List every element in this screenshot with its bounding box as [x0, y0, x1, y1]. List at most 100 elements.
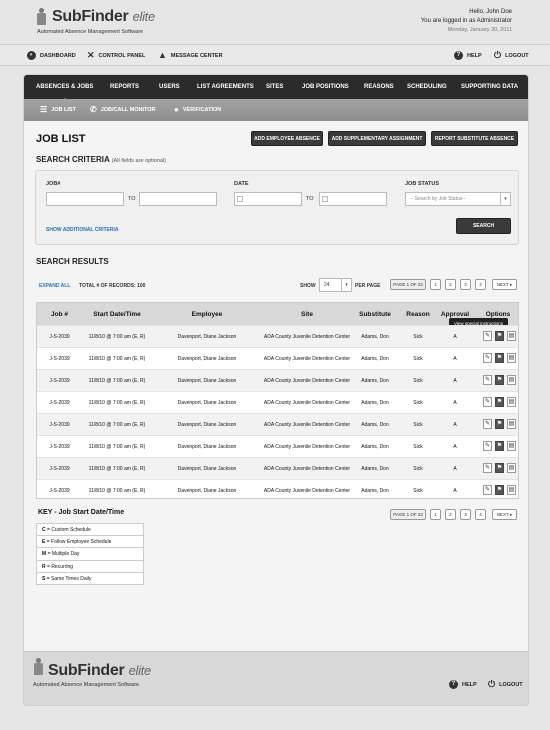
flag-icon[interactable]: ⚑	[495, 375, 504, 385]
edit-icon[interactable]: ✎	[483, 375, 492, 385]
edit-icon[interactable]: ✎	[483, 463, 492, 473]
edit-icon[interactable]: ✎	[483, 419, 492, 429]
show-additional-criteria-link[interactable]: SHOW ADDITIONAL CRITERIA	[46, 227, 119, 233]
flag-icon[interactable]: ⚑	[495, 463, 504, 473]
col-site[interactable]: Site	[257, 311, 357, 318]
cell-job: J-S-2039	[49, 378, 70, 384]
page-3-button[interactable]: 3	[460, 279, 471, 290]
col-start-date[interactable]: Start Date/Time	[82, 311, 152, 318]
nav-absences-jobs[interactable]: ABSENCES & JOBS	[36, 84, 93, 102]
add-employee-absence-button[interactable]: ADD EMPLOYEE ABSENCE	[251, 131, 323, 146]
search-button[interactable]: SEARCH	[456, 218, 511, 234]
key-item: S = Same Times Daily	[42, 575, 92, 582]
document-icon[interactable]: ▤	[507, 463, 516, 473]
date-to-input[interactable]	[319, 192, 387, 206]
flag-icon[interactable]: ⚑	[495, 485, 504, 495]
col-substitute[interactable]: Substitute	[355, 311, 395, 318]
table-row[interactable]: J-S-2039 11/8/10 @ 7:00 am (E, R) Davenpor…	[37, 479, 518, 501]
cell-start-date: 11/8/10 @ 7:00 am (E, R)	[88, 488, 146, 494]
job-status-label: JOB STATUS	[405, 181, 440, 187]
flag-icon[interactable]: ⚑	[495, 419, 504, 429]
footer-logout-link[interactable]: ⏻ LOGOUT	[488, 680, 523, 689]
message-center-link[interactable]: ▲ MESSAGE CENTER	[158, 51, 223, 60]
help-icon: ?	[454, 51, 463, 60]
nav-reasons[interactable]: REASONS	[364, 84, 394, 90]
dashboard-link[interactable]: ◐ DASHBOARD	[27, 51, 76, 60]
document-icon[interactable]: ▤	[507, 441, 516, 451]
table-row[interactable]: J-S-2039 11/8/10 @ 7:00 am (E, R) Davenpor…	[37, 325, 518, 347]
edit-icon[interactable]: ✎	[483, 441, 492, 451]
report-substitute-absence-button[interactable]: REPORT SUBSTITUTE ABSENCE	[431, 131, 518, 146]
job-from-input[interactable]	[46, 192, 124, 206]
nav-supporting-data[interactable]: SUPPORTING DATA	[461, 84, 518, 90]
page-2-button[interactable]: 2	[445, 509, 456, 520]
calendar-icon[interactable]	[237, 196, 243, 202]
table-row[interactable]: J-S-2039 11/8/10 @ 7:00 am (E, R) Davenpor…	[37, 413, 518, 435]
footer: SubFinder elite Automated Absence Manage…	[24, 651, 528, 705]
help-link[interactable]: ? HELP	[454, 51, 482, 60]
tab-verification[interactable]: ● VERIFICATION	[174, 106, 221, 114]
edit-icon[interactable]: ✎	[483, 397, 492, 407]
chevron-down-icon[interactable]: ▾	[500, 193, 510, 205]
document-icon[interactable]: ▤	[507, 331, 516, 341]
cell-reason: Sick	[413, 422, 423, 428]
cell-reason: Sick	[413, 400, 423, 406]
nav-scheduling[interactable]: SCHEDULING	[407, 84, 447, 90]
tools-icon: ✕	[87, 50, 95, 60]
nav-job-positions[interactable]: JOB POSITIONS	[302, 84, 349, 90]
nav-reports[interactable]: REPORTS	[110, 84, 139, 90]
next-page-button[interactable]: NEXT ▸	[492, 509, 517, 520]
table-row[interactable]: J-S-2039 11/8/10 @ 7:00 am (E, R) Davenpor…	[37, 347, 518, 369]
job-status-select[interactable]: -- Search by Job Status-- ▾	[405, 192, 511, 206]
expand-all-link[interactable]: EXPAND ALL	[39, 283, 70, 289]
document-icon[interactable]: ▤	[507, 375, 516, 385]
nav-list-agreements[interactable]: LIST AGREEMENTS	[197, 84, 254, 90]
nav-users[interactable]: USERS	[159, 84, 180, 90]
table-row[interactable]: J-S-2039 11/8/10 @ 7:00 am (E, R) Davenpor…	[37, 369, 518, 391]
page-1-button[interactable]: 1	[430, 509, 441, 520]
cell-employee: Davenport, Diane Jackson	[177, 466, 237, 472]
flag-icon[interactable]: ⚑	[495, 353, 504, 363]
page-4-button[interactable]: 4	[475, 509, 486, 520]
table-row[interactable]: J-S-2039 11/8/10 @ 7:00 am (E, R) Davenpor…	[37, 457, 518, 479]
flag-icon[interactable]: ⚑	[495, 331, 504, 341]
chevron-down-icon[interactable]: ▾	[341, 279, 351, 291]
col-job[interactable]: Job #	[47, 311, 72, 318]
job-to-input[interactable]	[139, 192, 217, 206]
edit-icon[interactable]: ✎	[483, 353, 492, 363]
page-title: JOB LIST	[36, 133, 86, 145]
col-options: Options	[485, 311, 511, 318]
logout-link[interactable]: ⏻ LOGOUT	[494, 51, 529, 60]
document-icon[interactable]: ▤	[507, 397, 516, 407]
page-1-button[interactable]: 1	[430, 279, 441, 290]
total-records: TOTAL # OF RECORDS: 100	[79, 283, 146, 289]
page-3-button[interactable]: 3	[460, 509, 471, 520]
tab-job-call-monitor[interactable]: ✆ JOB/CALL MONITOR	[90, 106, 156, 114]
next-page-button[interactable]: NEXT ▸	[492, 279, 517, 290]
col-employee[interactable]: Employee	[167, 311, 247, 318]
edit-icon[interactable]: ✎	[483, 331, 492, 341]
control-panel-link[interactable]: ✕ CONTROL PANEL	[87, 51, 145, 60]
footer-brand[interactable]: SubFinder elite	[48, 662, 151, 680]
page-4-button[interactable]: 4	[475, 279, 486, 290]
col-reason[interactable]: Reason	[403, 311, 433, 318]
table-row[interactable]: J-S-2039 11/8/10 @ 7:00 am (E, R) Davenpor…	[37, 391, 518, 413]
flag-icon[interactable]: ⚑	[495, 397, 504, 407]
per-page-select[interactable]: 24 ▾	[319, 278, 352, 292]
add-supplementary-assignment-button[interactable]: ADD SUPPLEMENTARY ASSIGNMENT	[328, 131, 426, 146]
to-label: TO	[128, 196, 136, 202]
flag-icon[interactable]: ⚑	[495, 441, 504, 451]
footer-help-link[interactable]: ? HELP	[449, 680, 477, 689]
table-row[interactable]: J-S-2039 11/8/10 @ 7:00 am (E, R) Davenpor…	[37, 435, 518, 457]
document-icon[interactable]: ▤	[507, 485, 516, 495]
document-icon[interactable]: ▤	[507, 353, 516, 363]
tab-job-list[interactable]: ☰ JOB LIST	[40, 106, 76, 114]
calendar-icon[interactable]	[322, 196, 328, 202]
col-approval[interactable]: Approval	[437, 311, 473, 318]
document-icon[interactable]: ▤	[507, 419, 516, 429]
page-2-button[interactable]: 2	[445, 279, 456, 290]
cell-site: ADA County Juvenile Detention Center	[263, 356, 351, 362]
date-from-input[interactable]	[234, 192, 302, 206]
nav-sites[interactable]: SITES	[266, 84, 283, 90]
edit-icon[interactable]: ✎	[483, 485, 492, 495]
